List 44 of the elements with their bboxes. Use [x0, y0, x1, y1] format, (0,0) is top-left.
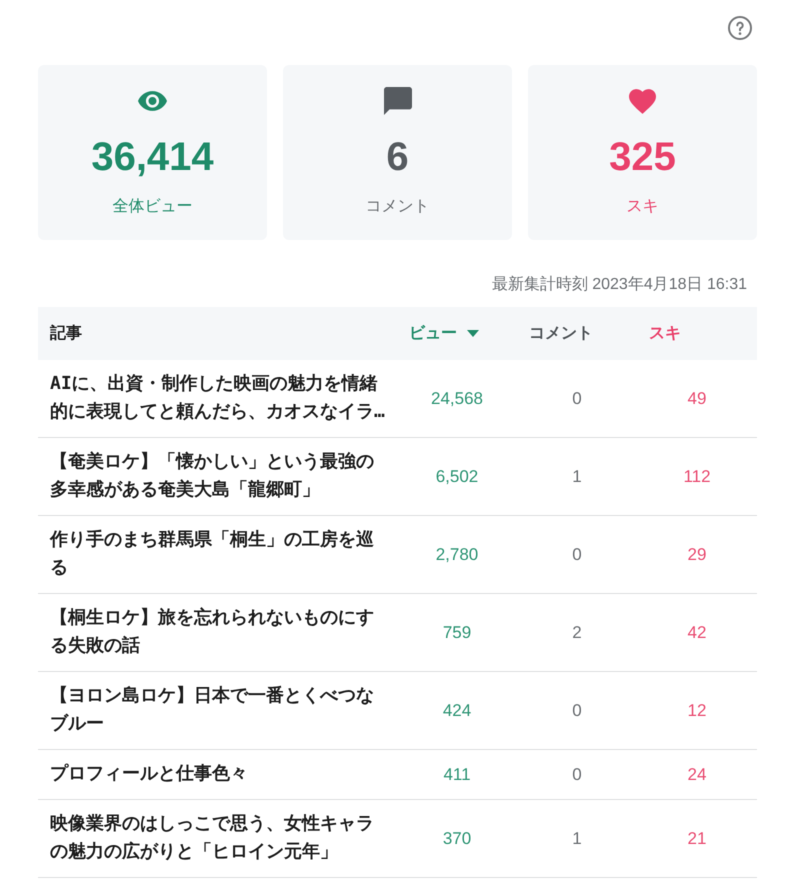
stat-label: スキ	[626, 197, 658, 217]
like-count: 21	[688, 828, 706, 848]
heart-icon	[629, 88, 656, 114]
comment-count: 0	[572, 544, 582, 564]
stat-value: 325	[609, 134, 676, 181]
speech-bubble-icon	[384, 87, 412, 115]
comment-count: 2	[572, 622, 582, 642]
comment-count: 0	[572, 764, 582, 784]
update-timestamp: 最新集計時刻 2023年4月18日 16:31	[492, 274, 747, 295]
comment-count: 1	[572, 828, 582, 848]
view-count: 759	[442, 622, 472, 642]
like-count: 112	[683, 466, 711, 486]
column-header[interactable]: スキ	[649, 324, 681, 344]
like-count: 42	[688, 622, 706, 642]
view-count: 2,780	[436, 544, 478, 564]
article-title[interactable]: 作り手のまち群馬県「桐生」の工房を巡る	[50, 526, 390, 582]
view-count: 6,502	[436, 466, 478, 486]
help-icon[interactable]	[728, 16, 752, 40]
article-title[interactable]: AIに、出資・制作した映画の魅力を情緒的に表現してと頼んだら、カオスなイラ…	[50, 370, 390, 426]
column-header[interactable]: コメント	[529, 324, 593, 344]
article-title[interactable]: プロフィールと仕事色々	[50, 760, 390, 788]
article-title[interactable]: 【ヨロン島ロケ】日本で一番とくべつなブルー	[50, 682, 390, 738]
like-count: 12	[688, 700, 706, 720]
view-count: 370	[442, 828, 472, 848]
comment-count: 0	[572, 700, 582, 720]
article-title[interactable]: 映像業界のはしっこで思う、女性キャラの魅力の広がりと「ヒロイン元年」	[50, 810, 390, 866]
view-count: 411	[443, 764, 471, 784]
like-count: 29	[688, 544, 706, 564]
like-count: 49	[688, 388, 706, 408]
view-count: 424	[442, 700, 472, 720]
stat-label: コメント	[366, 197, 430, 217]
comment-count: 1	[572, 466, 582, 486]
article-title[interactable]: 【桐生ロケ】旅を忘れられないものにする失敗の話	[50, 604, 390, 660]
eye-icon	[138, 91, 167, 111]
comment-count: 0	[572, 388, 582, 408]
caret-down-icon[interactable]	[467, 330, 479, 337]
view-count: 24,568	[431, 388, 483, 408]
column-header[interactable]: ビュー	[409, 324, 479, 344]
stat-value: 6	[386, 134, 409, 181]
stat-value: 36,414	[91, 134, 214, 181]
like-count: 24	[688, 764, 706, 784]
column-header[interactable]: 記事	[50, 324, 82, 344]
article-title[interactable]: 【奄美ロケ】「懐かしい」という最強の多幸感がある奄美大島「龍郷町」	[50, 448, 390, 504]
stat-label: 全体ビュー	[112, 197, 192, 217]
